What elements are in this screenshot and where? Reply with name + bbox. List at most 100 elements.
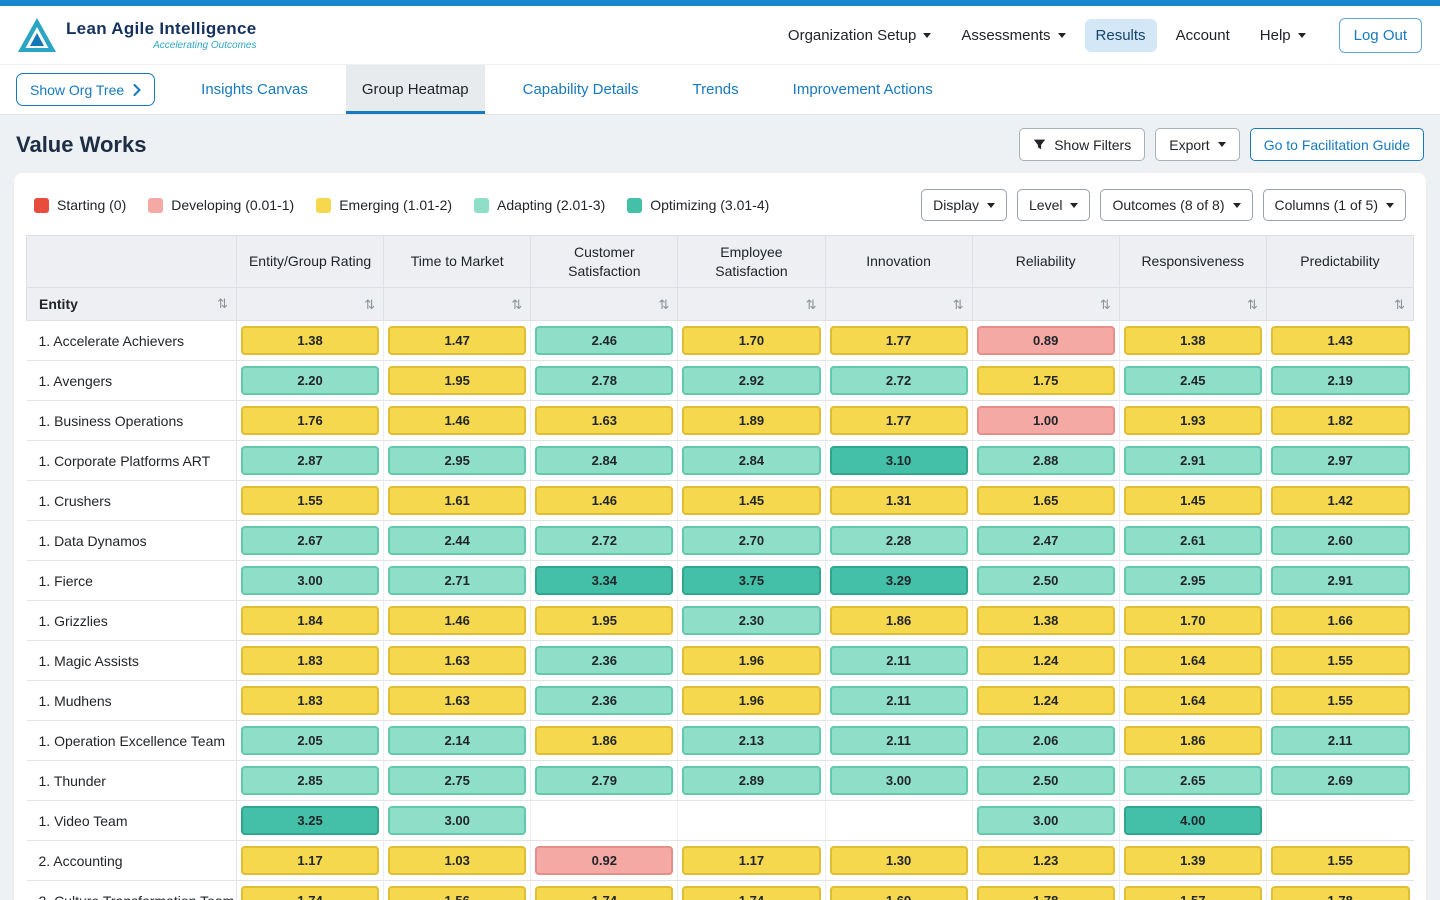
score-pill[interactable]: 1.86 [535,726,673,755]
score-pill[interactable]: 1.24 [977,686,1115,715]
score-pill[interactable]: 2.36 [535,646,673,675]
score-pill[interactable]: 2.65 [1124,766,1262,795]
score-pill[interactable]: 1.78 [1271,886,1410,900]
score-pill[interactable]: 1.64 [1124,646,1262,675]
score-pill[interactable]: 1.96 [682,686,820,715]
sort-control-reliability[interactable]: ⇅ [972,288,1119,321]
score-pill[interactable]: 1.55 [1271,846,1410,875]
score-pill[interactable]: 2.79 [535,766,673,795]
tab-insights-canvas[interactable]: Insights Canvas [185,65,324,114]
score-pill[interactable]: 2.69 [1271,766,1410,795]
score-pill[interactable]: 1.38 [977,606,1115,635]
tab-capability-details[interactable]: Capability Details [507,65,655,114]
columns-1-of-5-dropdown[interactable]: Columns (1 of 5) [1263,189,1406,221]
score-pill[interactable]: 1.55 [1271,646,1410,675]
sort-icon[interactable]: ⇅ [1247,297,1258,312]
score-pill[interactable]: 1.38 [241,326,379,355]
logout-button[interactable]: Log Out [1339,18,1422,53]
score-pill[interactable]: 1.75 [977,366,1115,395]
score-pill[interactable]: 0.92 [535,846,673,875]
score-pill[interactable]: 2.20 [241,366,379,395]
nav-item-account[interactable]: Account [1165,19,1241,52]
sort-control-employee-satisfaction[interactable]: ⇅ [678,288,825,321]
score-pill[interactable]: 2.70 [682,526,820,555]
score-pill[interactable]: 1.76 [241,406,379,435]
score-pill[interactable]: 2.36 [535,686,673,715]
score-pill[interactable]: 2.11 [830,726,968,755]
score-pill[interactable]: 2.44 [388,526,526,555]
score-pill[interactable]: 2.85 [241,766,379,795]
score-pill[interactable]: 2.14 [388,726,526,755]
sort-control-predictability[interactable]: ⇅ [1266,288,1413,321]
score-pill[interactable]: 2.95 [388,446,526,475]
score-pill[interactable]: 2.05 [241,726,379,755]
score-pill[interactable]: 1.77 [830,326,968,355]
score-pill[interactable]: 4.00 [1124,806,1262,835]
score-pill[interactable]: 2.97 [1271,446,1410,475]
score-pill[interactable]: 1.95 [535,606,673,635]
score-pill[interactable]: 1.86 [1124,726,1262,755]
score-pill[interactable]: 2.45 [1124,366,1262,395]
score-pill[interactable]: 2.78 [535,366,673,395]
score-pill[interactable]: 2.72 [535,526,673,555]
sort-icon[interactable]: ⇅ [217,295,228,313]
score-pill[interactable]: 2.19 [1271,366,1410,395]
score-pill[interactable]: 1.70 [682,326,820,355]
score-pill[interactable]: 2.95 [1124,566,1262,595]
score-pill[interactable]: 3.10 [830,446,968,475]
score-pill[interactable]: 2.11 [830,646,968,675]
score-pill[interactable]: 3.34 [535,566,673,595]
score-pill[interactable]: 3.00 [830,766,968,795]
score-pill[interactable]: 1.63 [388,646,526,675]
sort-control-responsiveness[interactable]: ⇅ [1119,288,1266,321]
nav-item-organization-setup[interactable]: Organization Setup [777,19,942,52]
sort-icon[interactable]: ⇅ [1100,297,1111,312]
score-pill[interactable]: 1.84 [241,606,379,635]
score-pill[interactable]: 1.45 [682,486,820,515]
score-pill[interactable]: 1.74 [241,886,379,900]
score-pill[interactable]: 2.28 [830,526,968,555]
score-pill[interactable]: 1.31 [830,486,968,515]
sort-icon[interactable]: ⇅ [806,297,817,312]
score-pill[interactable]: 1.64 [1124,686,1262,715]
sort-control-entity-group-rating[interactable]: ⇅ [237,288,384,321]
score-pill[interactable]: 2.06 [977,726,1115,755]
score-pill[interactable]: 2.84 [535,446,673,475]
sort-icon[interactable]: ⇅ [658,297,669,312]
score-pill[interactable]: 0.89 [977,326,1115,355]
score-pill[interactable]: 1.23 [977,846,1115,875]
tab-group-heatmap[interactable]: Group Heatmap [346,65,485,114]
brand[interactable]: Lean Agile Intelligence Accelerating Out… [18,18,256,52]
sort-control-customer-satisfaction[interactable]: ⇅ [531,288,678,321]
score-pill[interactable]: 1.93 [1124,406,1262,435]
facilitation-guide-button[interactable]: Go to Facilitation Guide [1250,128,1424,161]
score-pill[interactable]: 2.46 [535,326,673,355]
score-pill[interactable]: 2.67 [241,526,379,555]
score-pill[interactable]: 1.74 [535,886,673,900]
score-pill[interactable]: 1.42 [1271,486,1410,515]
score-pill[interactable]: 2.87 [241,446,379,475]
score-pill[interactable]: 2.47 [977,526,1115,555]
show-org-tree-button[interactable]: Show Org Tree [16,73,155,106]
score-pill[interactable]: 1.82 [1271,406,1410,435]
score-pill[interactable]: 1.57 [1124,886,1262,900]
score-pill[interactable]: 1.17 [241,846,379,875]
score-pill[interactable]: 2.75 [388,766,526,795]
score-pill[interactable]: 2.84 [682,446,820,475]
score-pill[interactable]: 2.50 [977,566,1115,595]
score-pill[interactable]: 1.66 [1271,606,1410,635]
tab-trends[interactable]: Trends [677,65,755,114]
sort-icon[interactable]: ⇅ [953,297,964,312]
score-pill[interactable]: 2.61 [1124,526,1262,555]
score-pill[interactable]: 2.13 [682,726,820,755]
score-pill[interactable]: 1.77 [830,406,968,435]
score-pill[interactable]: 1.74 [682,886,820,900]
score-pill[interactable]: 3.25 [241,806,379,835]
sort-control-innovation[interactable]: ⇅ [825,288,972,321]
score-pill[interactable]: 2.11 [830,686,968,715]
score-pill[interactable]: 2.89 [682,766,820,795]
score-pill[interactable]: 2.71 [388,566,526,595]
score-pill[interactable]: 1.46 [388,606,526,635]
score-pill[interactable]: 1.30 [830,846,968,875]
score-pill[interactable]: 1.95 [388,366,526,395]
